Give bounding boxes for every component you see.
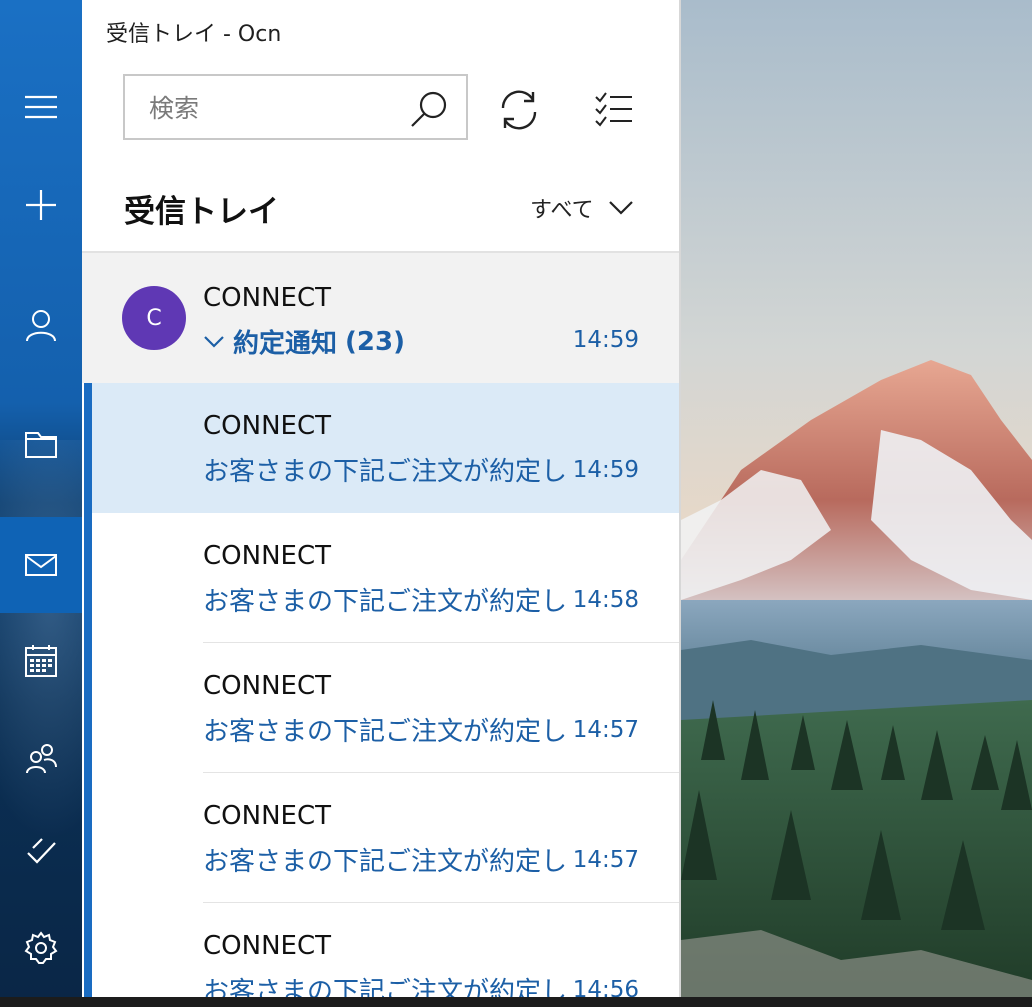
conversation-time: 14:59 (572, 327, 639, 353)
message-sender: CONNECT (203, 671, 331, 701)
message-time: 14:57 (572, 847, 639, 873)
nav-rail (0, 0, 82, 1007)
message-item[interactable]: CONNECT お客さまの下記ご注文が約定し 14:59 (92, 383, 679, 513)
mail-button[interactable] (0, 517, 82, 613)
hamburger-icon (25, 95, 57, 119)
person-icon (26, 310, 56, 342)
search-icon[interactable] (410, 90, 448, 128)
settings-button[interactable] (0, 900, 82, 996)
message-sender: CONNECT (203, 801, 331, 831)
gear-icon (24, 931, 58, 964)
chevron-down-icon (608, 201, 633, 215)
hamburger-menu-button[interactable] (0, 59, 82, 155)
message-item[interactable]: CONNECT お客さまの下記ご注文が約定し 14:57 (92, 773, 679, 903)
avatar: C (122, 286, 186, 350)
chevron-down-icon (204, 335, 224, 348)
conversation-header[interactable]: C CONNECT 約定通知 (23) 14:59 (82, 253, 679, 383)
message-item[interactable]: CONNECT お客さまの下記ご注文が約定し 14:57 (92, 643, 679, 773)
message-sender: CONNECT (203, 411, 331, 441)
taskbar (0, 997, 1032, 1007)
message-item[interactable]: CONNECT お客さまの下記ご注文が約定し 14:56 (92, 903, 679, 1007)
message-list-pane: 受信トレイ - Ocn 受信トレイ すべて C CONNECT (82, 0, 679, 1007)
conversation-sender: CONNECT (203, 283, 331, 313)
plus-icon (26, 190, 56, 220)
message-preview: お客さまの下記ご注文が約定し (203, 457, 565, 487)
message-sender: CONNECT (203, 541, 331, 571)
window-title: 受信トレイ - Ocn (106, 22, 282, 47)
thread-indicator (84, 383, 92, 1007)
folder-title: 受信トレイ (124, 194, 279, 230)
sync-icon[interactable] (497, 88, 541, 132)
conversation-count: (23) (345, 326, 405, 357)
message-preview: お客さまの下記ご注文が約定し (203, 717, 565, 747)
people-icon (26, 744, 57, 774)
search-input[interactable] (147, 88, 391, 128)
new-mail-button[interactable] (0, 157, 82, 253)
calendar-icon (25, 645, 57, 677)
search-box[interactable] (123, 74, 468, 140)
conversation-subject-text: 約定通知 (233, 329, 338, 359)
checkmark-icon (27, 838, 56, 864)
message-preview: お客さまの下記ご注文が約定し (203, 847, 565, 877)
accounts-button[interactable] (0, 277, 82, 373)
message-sender: CONNECT (203, 931, 331, 961)
todo-button[interactable] (0, 804, 82, 900)
message-preview: お客さまの下記ご注文が約定し (203, 587, 565, 617)
conversation-subject[interactable]: 約定通知 (23) (203, 323, 405, 360)
background-image (681, 0, 1032, 1007)
folders-button[interactable] (0, 396, 82, 492)
selection-mode-icon[interactable] (592, 88, 636, 132)
message-time: 14:59 (572, 457, 639, 483)
filter-label: すべて (530, 198, 594, 223)
filter-dropdown[interactable]: すべて (530, 192, 634, 224)
folder-icon (25, 432, 57, 458)
people-button[interactable] (0, 710, 82, 806)
message-time: 14:58 (572, 587, 639, 613)
message-item[interactable]: CONNECT お客さまの下記ご注文が約定し 14:58 (92, 513, 679, 643)
calendar-button[interactable] (0, 613, 82, 709)
envelope-icon (25, 554, 57, 576)
message-time: 14:57 (572, 717, 639, 743)
mountain-landscape (681, 0, 1032, 1007)
